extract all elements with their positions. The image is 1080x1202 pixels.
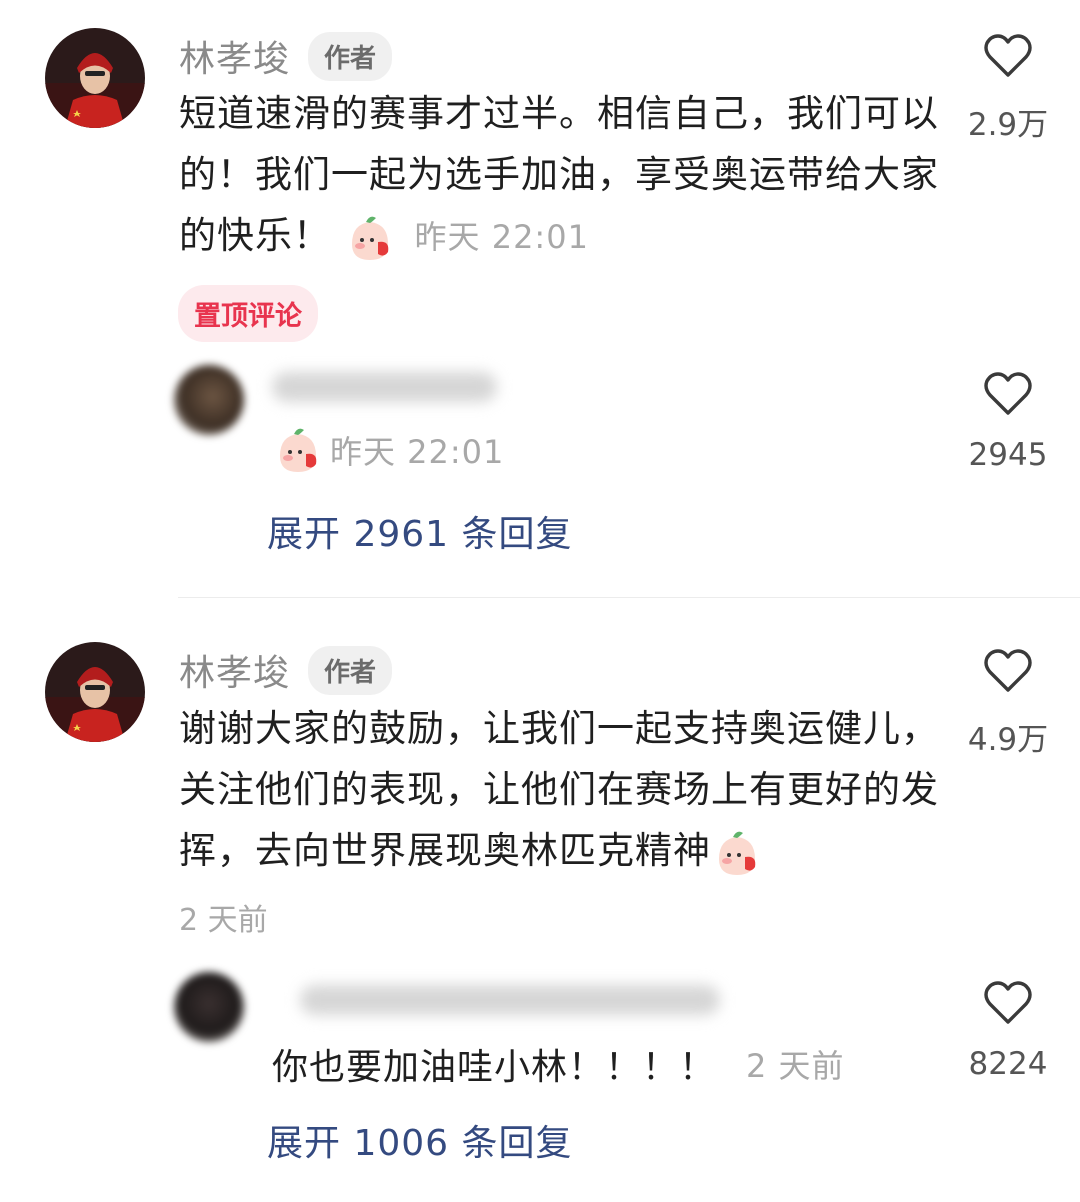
author-row: 林孝埈 作者 [179, 30, 393, 82]
reply-time: 2 天前 [746, 1047, 845, 1085]
comment-time: 昨天 22:01 [414, 218, 589, 256]
expand-replies-link[interactable]: 展开 1006 条回复 [267, 1114, 573, 1166]
author-avatar[interactable] [45, 642, 145, 742]
reply-avatar[interactable] [174, 972, 244, 1042]
blushing-peach-emoji-icon [272, 424, 324, 476]
reply-author-name-blurred[interactable] [272, 372, 497, 402]
heart-outline-icon [958, 980, 1058, 1026]
author-avatar[interactable] [45, 28, 145, 128]
blushing-peach-emoji-icon [344, 212, 396, 264]
like-count: 4.9万 [967, 722, 1049, 758]
expand-replies-link[interactable]: 展开 2961 条回复 [267, 505, 573, 557]
reply-author-name-blurred[interactable] [300, 985, 720, 1015]
author-name[interactable]: 林孝埈 [179, 644, 290, 696]
comment-content: 谢谢大家的鼓励，让我们一起支持奥运健儿，关注他们的表现，让他们在赛场上有更好的发… [179, 707, 939, 872]
author-name[interactable]: 林孝埈 [179, 30, 290, 82]
reply-like-count: 2945 [968, 437, 1048, 473]
reply-content[interactable]: 昨天 22:01 [272, 424, 504, 476]
reply-text: 你也要加油哇小林！！！！ [272, 1047, 717, 1088]
reply-like-button[interactable]: 8224 [958, 980, 1058, 1082]
heart-outline-icon [958, 648, 1058, 694]
reply-like-button[interactable]: 2945 [958, 371, 1058, 473]
reply-like-count: 8224 [968, 1046, 1048, 1082]
heart-outline-icon [958, 33, 1058, 79]
like-button[interactable]: 4.9万 [958, 648, 1058, 759]
blushing-peach-emoji-icon [711, 827, 763, 879]
author-badge: 作者 [308, 645, 393, 695]
author-badge: 作者 [308, 31, 393, 81]
pinned-badge: 置顶评论 [178, 285, 318, 342]
heart-outline-icon [958, 371, 1058, 417]
comment-text[interactable]: 短道速滑的赛事才过半。相信自己，我们可以的！我们一起为选手加油，享受奥运带给大家… [179, 83, 939, 268]
comment-divider [178, 597, 1080, 598]
reply-time: 昨天 22:01 [330, 433, 505, 471]
comment-time: 2 天前 [179, 903, 268, 938]
like-count: 2.9万 [967, 107, 1049, 143]
like-button[interactable]: 2.9万 [958, 33, 1058, 144]
reply-avatar[interactable] [174, 365, 244, 435]
comment-text[interactable]: 谢谢大家的鼓励，让我们一起支持奥运健儿，关注他们的表现，让他们在赛场上有更好的发… [179, 698, 939, 881]
reply-content[interactable]: 你也要加油哇小林！！！！ 2 天前 [272, 1038, 845, 1090]
author-row: 林孝埈 作者 [179, 644, 393, 696]
